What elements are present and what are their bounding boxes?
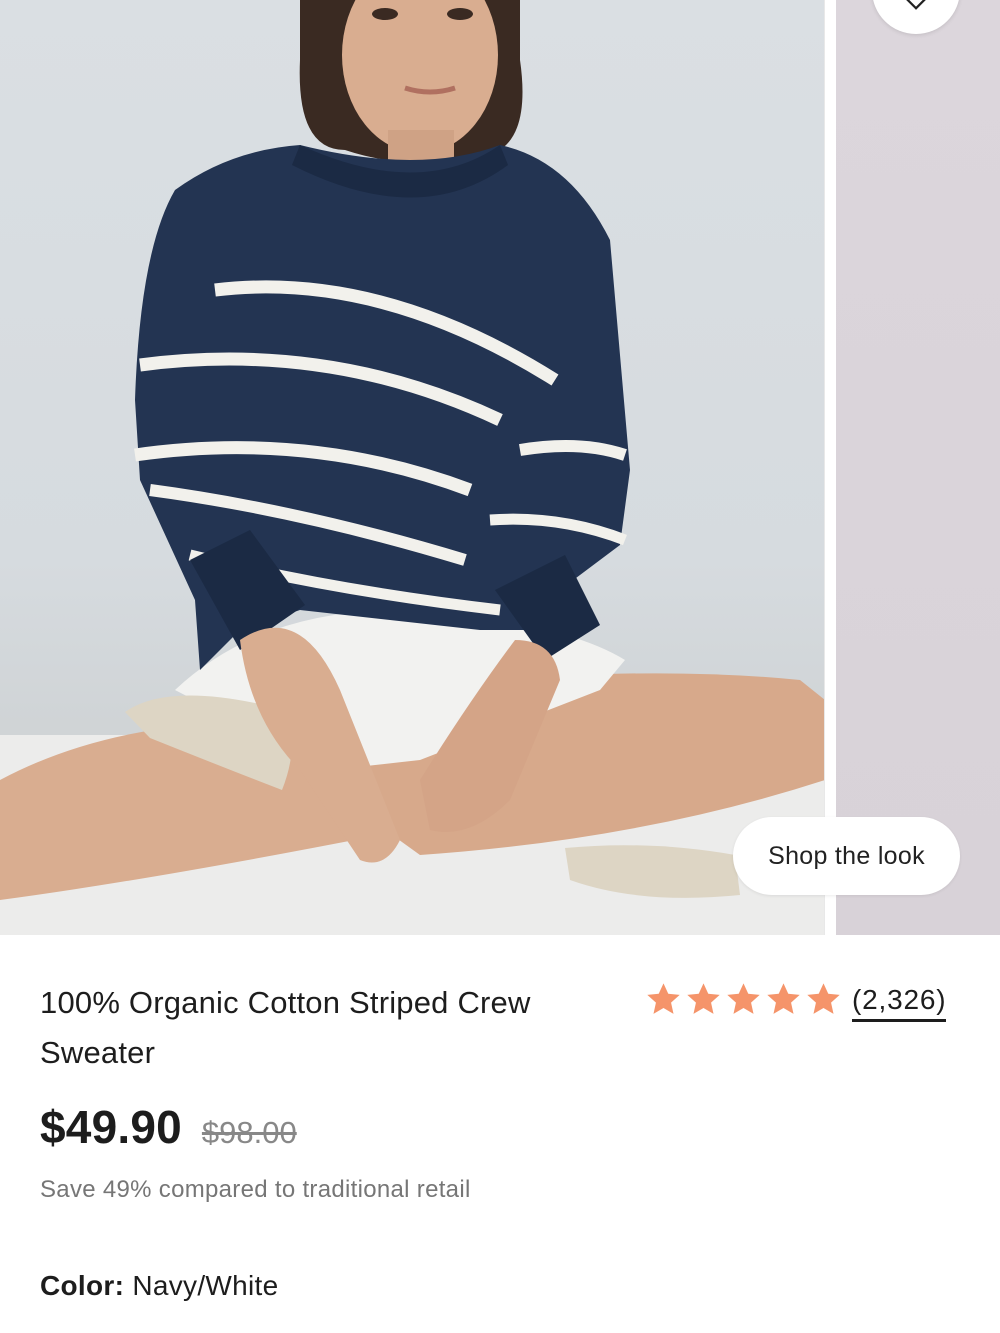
current-price: $49.90: [40, 1101, 182, 1153]
color-value: Navy/White: [132, 1270, 279, 1301]
review-count-link[interactable]: (2,326): [852, 984, 947, 1022]
star-icon: [647, 982, 680, 1014]
color-selection: Color: Navy/White: [40, 1270, 278, 1302]
product-image-gallery[interactable]: Shop the look: [0, 0, 1000, 935]
star-icon: [807, 982, 840, 1014]
star-rating: [645, 981, 842, 1018]
price-row: $49.90 $98.00: [40, 1100, 297, 1154]
original-price: $98.00: [201, 1115, 297, 1150]
product-title: 100% Organic Cotton Striped Crew Sweater: [40, 985, 531, 1070]
product-photo: [0, 0, 825, 935]
product-image-main[interactable]: [0, 0, 825, 935]
product-rating[interactable]: (2,326): [645, 980, 947, 1022]
savings-text: Save 49% compared to traditional retail: [40, 1176, 471, 1203]
color-label: Color:: [40, 1270, 125, 1301]
product-image-next[interactable]: [836, 0, 1000, 935]
star-icon: [687, 982, 720, 1014]
heart-icon: [906, 0, 926, 10]
shop-the-look-button[interactable]: Shop the look: [733, 817, 960, 895]
star-icon: [727, 982, 760, 1014]
star-icon: [767, 982, 800, 1014]
